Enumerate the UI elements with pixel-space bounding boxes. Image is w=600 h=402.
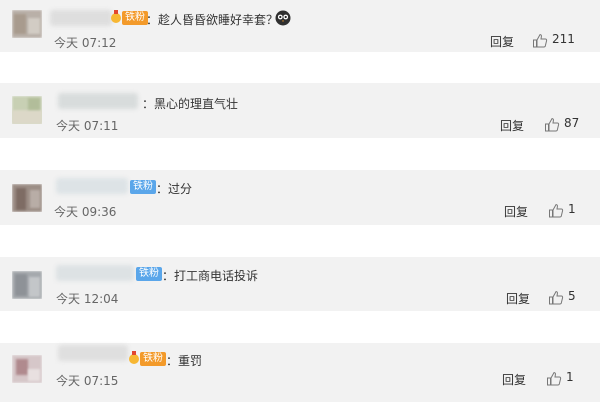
thumbs-up-icon (547, 372, 562, 386)
owl-face-icon (275, 10, 291, 26)
fan-badge: 铁粉 (122, 11, 148, 25)
thumbs-up-icon (549, 291, 564, 305)
reply-button[interactable]: 回复 (502, 371, 526, 388)
separator (0, 52, 600, 83)
username[interactable] (58, 345, 128, 361)
username[interactable] (56, 265, 134, 281)
reply-button[interactable]: 回复 (500, 117, 524, 134)
thumbs-up-icon (533, 34, 548, 48)
avatar[interactable] (12, 271, 42, 299)
like-count: 5 (568, 289, 576, 303)
medal-icon (129, 351, 139, 364)
fan-badge: 铁粉 (130, 180, 156, 194)
comment-item: 铁粉 ：打工商电话投诉 今天 12:04 回复 5 (0, 257, 600, 311)
comment-text: ：过分 (156, 182, 193, 196)
thumbs-up-icon (545, 118, 560, 132)
like-count: 1 (568, 202, 576, 216)
avatar[interactable] (12, 96, 42, 124)
reply-button[interactable]: 回复 (504, 203, 528, 220)
like-button[interactable]: 1 (546, 370, 576, 388)
comment-item: 铁粉 ：趁人昏昏欲睡好幸套？ 今天 07:12 回复 211 (0, 0, 600, 52)
thumbs-up-icon (549, 204, 564, 218)
username[interactable] (50, 10, 112, 26)
medal-icon (111, 10, 121, 23)
comment-text: ：黑心的理直气壮 (142, 97, 239, 111)
comment-item: 铁粉 ：重罚 今天 07:15 回复 1 (0, 343, 600, 402)
like-button[interactable]: 5 (548, 289, 578, 307)
comment-item: ：黑心的理直气壮 今天 07:11 回复 87 (0, 83, 600, 138)
timestamp: 今天 12:04 (56, 292, 119, 306)
comment-text: ：打工商电话投诉 (162, 269, 259, 283)
avatar[interactable] (12, 10, 42, 38)
reply-button[interactable]: 回复 (490, 33, 514, 50)
separator (0, 138, 600, 170)
separator (0, 311, 600, 343)
like-button[interactable]: 1 (548, 202, 578, 220)
timestamp: 今天 09:36 (54, 205, 117, 219)
like-button[interactable]: 211 (532, 32, 582, 50)
fan-badge: 铁粉 (140, 352, 166, 366)
avatar[interactable] (12, 184, 42, 212)
username[interactable] (56, 178, 128, 194)
like-count: 211 (552, 32, 575, 46)
comment-text: ：趁人昏昏欲睡好幸套？ (146, 13, 279, 27)
like-count: 87 (564, 116, 580, 130)
timestamp: 今天 07:15 (56, 374, 119, 388)
separator (0, 225, 600, 257)
fan-badge: 铁粉 (136, 267, 162, 281)
timestamp: 今天 07:11 (56, 119, 119, 133)
reply-button[interactable]: 回复 (506, 290, 530, 307)
comment-text: ：重罚 (166, 354, 203, 368)
comment-item: 铁粉 ：过分 今天 09:36 回复 1 (0, 170, 600, 225)
like-count: 1 (566, 370, 574, 384)
timestamp: 今天 07:12 (54, 36, 117, 50)
username[interactable] (58, 93, 138, 109)
avatar[interactable] (12, 355, 42, 383)
like-button[interactable]: 87 (544, 116, 584, 134)
